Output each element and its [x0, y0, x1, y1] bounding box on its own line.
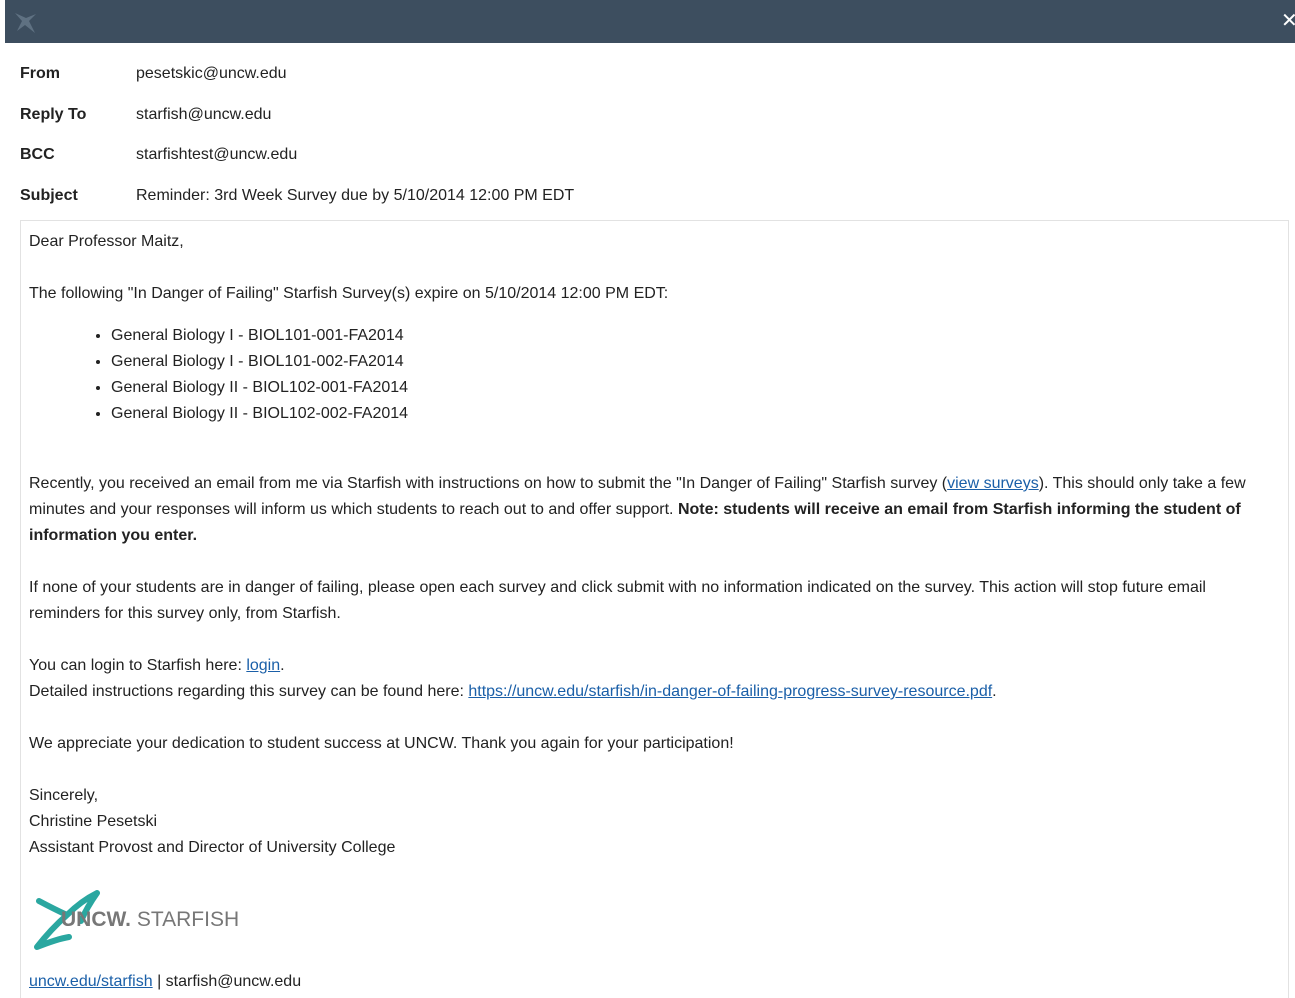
subject-label: Subject	[20, 186, 78, 204]
login-suffix: .	[280, 657, 285, 674]
instructions-paragraph: Recently, you received an email from me …	[29, 471, 1279, 549]
from-value: pesetskic@uncw.edu	[136, 65, 287, 82]
para1-start: Recently, you received an email from me …	[29, 475, 948, 492]
login-link[interactable]: login	[246, 657, 280, 674]
reply-to-value: starfish@uncw.edu	[136, 105, 272, 123]
footer-email: starfish@uncw.edu	[165, 973, 302, 990]
close-icon[interactable]: ✕	[1281, 11, 1295, 31]
course-list: General Biology I - BIOL101-001-FA2014 G…	[29, 323, 1279, 427]
instructions-prefix: Detailed instructions regarding this sur…	[29, 683, 469, 700]
sender-title: Assistant Provost and Director of Univer…	[29, 839, 396, 856]
starfish-icon	[15, 13, 36, 33]
no-failing-paragraph: If none of your students are in danger o…	[29, 579, 1206, 622]
login-line: You can login to Starfish here: login.	[29, 653, 1279, 679]
logo-wordmark: UNCW. STARFISH	[61, 908, 239, 932]
list-item: General Biology I - BIOL101-002-FA2014	[111, 349, 1279, 375]
logo-uncw: UNCW.	[61, 908, 131, 931]
reply-to-label: Reply To	[20, 105, 87, 123]
subject-value: Reminder: 3rd Week Survey due by 5/10/20…	[136, 186, 575, 204]
list-item: General Biology II - BIOL102-001-FA2014	[111, 375, 1279, 401]
instructions-suffix: .	[992, 683, 997, 700]
header-row-reply-to: Reply To starfish@uncw.edu	[20, 99, 1280, 140]
resource-pdf-link[interactable]: https://uncw.edu/starfish/in-danger-of-f…	[468, 683, 992, 700]
email-body-content: Dear Professor Maitz, The following "In …	[29, 229, 1279, 990]
from-label: From	[20, 65, 60, 82]
email-preview-window: ✕ From pesetskic@uncw.edu Reply To starf…	[0, 0, 1295, 998]
list-item: General Biology II - BIOL102-002-FA2014	[111, 401, 1279, 427]
uncw-starfish-logo: UNCW. STARFISH	[29, 881, 289, 961]
email-headers: From pesetskic@uncw.edu Reply To starfis…	[20, 58, 1280, 220]
header-row-from: From pesetskic@uncw.edu	[20, 58, 1280, 99]
closing-text: Sincerely,	[29, 787, 99, 804]
bcc-label: BCC	[20, 146, 55, 163]
logo-starfish: STARFISH	[131, 908, 240, 931]
bcc-value: starfishtest@uncw.edu	[136, 146, 298, 163]
view-surveys-link[interactable]: view surveys	[947, 475, 1039, 492]
email-body: Dear Professor Maitz, The following "In …	[20, 220, 1289, 998]
login-prefix: You can login to Starfish here:	[29, 657, 247, 674]
resource-line: Detailed instructions regarding this sur…	[29, 679, 1279, 705]
list-item: General Biology I - BIOL101-001-FA2014	[111, 323, 1279, 349]
footer-separator: |	[152, 973, 166, 990]
footer-line: uncw.edu/starfish | starfish@uncw.edu	[29, 969, 301, 995]
appreciation-text: We appreciate your dedication to student…	[29, 735, 734, 752]
title-bar: ✕	[5, 0, 1295, 43]
header-row-bcc: BCC starfishtest@uncw.edu	[20, 139, 1280, 180]
header-row-subject: Subject Reminder: 3rd Week Survey due by…	[20, 180, 1280, 221]
greeting: Dear Professor Maitz,	[29, 233, 184, 250]
sender-name: Christine Pesetski	[29, 813, 158, 830]
starfish-site-link[interactable]: uncw.edu/starfish	[29, 973, 153, 990]
intro-text: The following "In Danger of Failing" Sta…	[29, 285, 669, 302]
